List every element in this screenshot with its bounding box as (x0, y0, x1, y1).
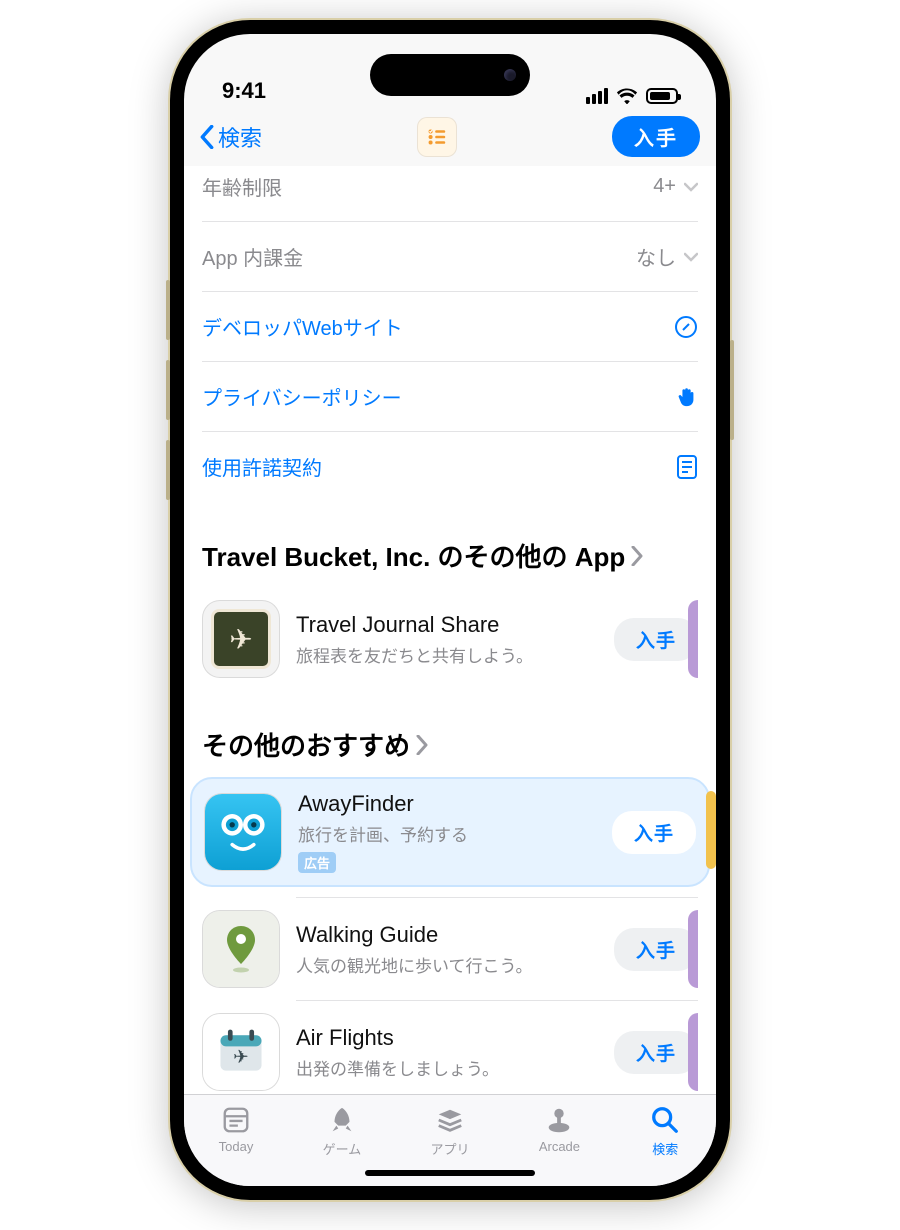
age-rating-row[interactable]: 年齢制限 4+ (202, 166, 698, 222)
tab-search[interactable]: 検索 (649, 1105, 681, 1158)
tab-apps[interactable]: アプリ (431, 1105, 470, 1158)
section-title: その他のおすすめ (202, 726, 410, 763)
tab-label: Arcade (539, 1139, 580, 1154)
next-card-hint[interactable] (688, 910, 698, 988)
hand-icon (676, 386, 698, 408)
content-scroll[interactable]: 年齢制限 4+ App 内課金 なし デベロッパWebサイト プライバシーポリシ… (184, 166, 716, 1094)
arcade-icon (543, 1105, 575, 1135)
more-by-developer-heading[interactable]: Travel Bucket, Inc. のその他の App (202, 537, 698, 574)
tab-label: Today (219, 1139, 254, 1154)
developer-website-link[interactable]: デベロッパWebサイト (202, 292, 698, 362)
app-subtitle: 旅程表を友だちと共有しよう。 (296, 642, 598, 667)
rocket-icon (326, 1105, 358, 1135)
tab-label: 検索 (652, 1139, 678, 1158)
iap-value: なし (636, 242, 676, 271)
ad-badge: 広告 (298, 852, 336, 873)
get-button[interactable]: 入手 (614, 1031, 698, 1074)
iap-row[interactable]: App 内課金 なし (202, 222, 698, 292)
status-time: 9:41 (222, 78, 266, 104)
next-card-hint[interactable] (706, 791, 716, 869)
tab-arcade[interactable]: Arcade (539, 1105, 580, 1154)
binoculars-icon (216, 805, 270, 859)
app-subtitle: 人気の観光地に歩いて行こう。 (296, 952, 598, 977)
get-button[interactable]: 入手 (614, 618, 698, 661)
apps-icon (434, 1105, 466, 1135)
app-card-promoted[interactable]: AwayFinder 旅行を計画、予約する 広告 入手 (190, 777, 710, 887)
app-name: Air Flights (296, 1025, 598, 1051)
app-card[interactable]: Walking Guide 人気の観光地に歩いて行こう。 入手 (202, 898, 698, 1000)
calendar-plane-icon: ✈ (213, 1024, 269, 1080)
tab-today[interactable]: Today (219, 1105, 254, 1154)
get-button[interactable]: 入手 (612, 811, 696, 854)
app-icon (202, 600, 280, 678)
checklist-icon (426, 126, 448, 148)
section-title: Travel Bucket, Inc. のその他の App (202, 537, 625, 574)
app-icon-small[interactable] (417, 117, 457, 157)
wifi-icon (616, 88, 638, 105)
license-agreement-link[interactable]: 使用許諾契約 (202, 432, 698, 501)
app-name: AwayFinder (298, 791, 596, 817)
dynamic-island (370, 54, 530, 96)
next-card-hint[interactable] (688, 600, 698, 678)
you-might-like-heading[interactable]: その他のおすすめ (202, 726, 698, 763)
today-icon (220, 1105, 252, 1135)
iap-label: App 内課金 (202, 242, 303, 271)
app-card[interactable]: Travel Journal Share 旅程表を友だちと共有しよう。 入手 (202, 588, 698, 690)
back-button[interactable]: 検索 (200, 121, 262, 153)
privacy-policy-link[interactable]: プライバシーポリシー (202, 362, 698, 432)
safari-icon (674, 315, 698, 339)
home-indicator[interactable] (365, 1170, 535, 1176)
app-card[interactable]: ✈ Air Flights 出発の準備をしましょう。 入手 (202, 1001, 698, 1094)
app-name: Walking Guide (296, 922, 598, 948)
chevron-right-icon (631, 546, 643, 566)
chevron-left-icon (200, 125, 214, 149)
app-icon: ✈ (202, 1013, 280, 1091)
license-label: 使用許諾契約 (202, 452, 322, 481)
age-rating-label: 年齢制限 (202, 172, 282, 201)
chevron-down-icon (684, 182, 698, 192)
next-card-hint[interactable] (688, 1013, 698, 1091)
get-button[interactable]: 入手 (614, 928, 698, 971)
privacy-label: プライバシーポリシー (202, 382, 402, 411)
chevron-right-icon (416, 735, 428, 755)
cellular-icon (586, 88, 608, 104)
map-pin-icon (221, 924, 261, 974)
tab-games[interactable]: ゲーム (323, 1105, 362, 1158)
tab-label: アプリ (431, 1139, 470, 1158)
dev-website-label: デベロッパWebサイト (202, 312, 403, 341)
document-icon (676, 455, 698, 479)
screen: 9:41 検索 入手 (184, 34, 716, 1186)
tab-label: ゲーム (323, 1139, 362, 1158)
get-button[interactable]: 入手 (612, 116, 700, 157)
status-icons (586, 88, 678, 105)
back-label: 検索 (218, 121, 262, 153)
age-rating-value: 4+ (653, 175, 676, 198)
app-subtitle: 出発の準備をしましょう。 (296, 1055, 598, 1080)
chevron-down-icon (684, 252, 698, 262)
battery-icon (646, 88, 678, 104)
app-icon (204, 793, 282, 871)
app-subtitle: 旅行を計画、予約する (298, 821, 596, 846)
phone-frame: 9:41 検索 入手 (170, 20, 730, 1200)
app-icon (202, 910, 280, 988)
search-icon (649, 1105, 681, 1135)
svg-text:✈: ✈ (233, 1046, 249, 1067)
nav-bar: 検索 入手 (184, 108, 716, 166)
app-name: Travel Journal Share (296, 612, 598, 638)
